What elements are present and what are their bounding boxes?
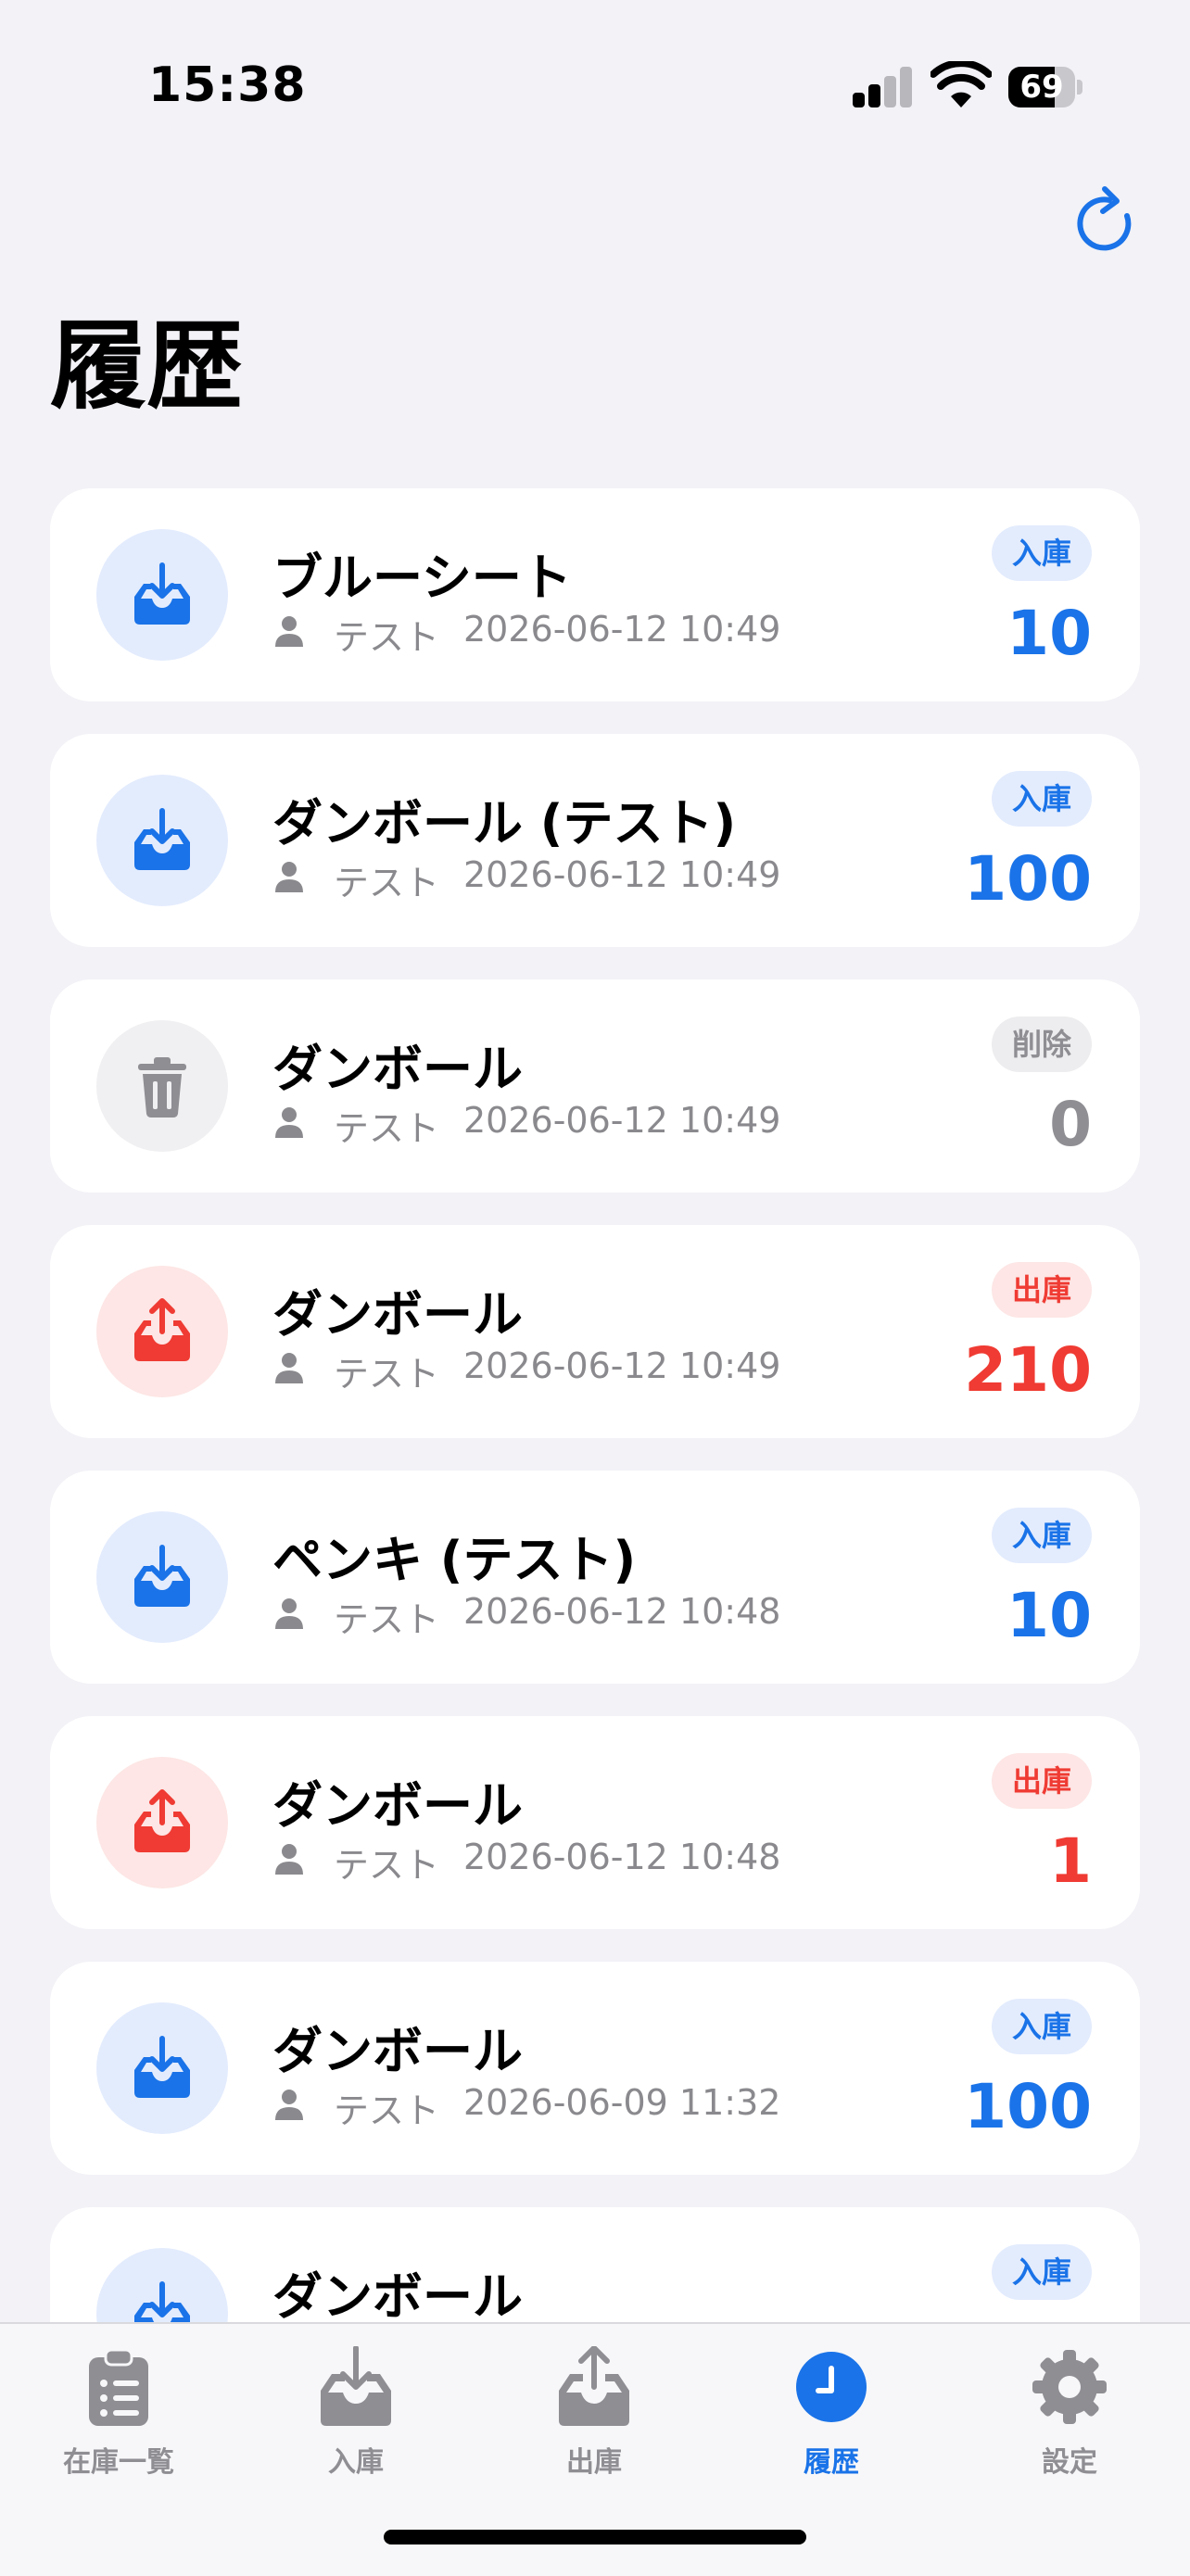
- quantity: 100: [964, 843, 1092, 915]
- inbox-download-icon: [134, 808, 190, 870]
- transaction-type-icon: [96, 1266, 228, 1397]
- user-name: テスト: [334, 1354, 440, 1395]
- inbox-download-icon: [134, 1545, 190, 1607]
- inbox-upload-icon: [134, 1789, 190, 1852]
- history-row[interactable]: ブルーシート テスト 2026-06-12 10:49 入庫 10: [50, 488, 1140, 701]
- tab-label: 在庫一覧: [63, 2446, 174, 2479]
- quantity: 100: [964, 2071, 1092, 2142]
- history-row[interactable]: ダンボール テスト 2026-06-12 10:49 削除 0: [50, 979, 1140, 1193]
- type-badge: 入庫: [991, 525, 1092, 581]
- tab-stock-in[interactable]: 入庫: [237, 2324, 475, 2509]
- tab-inventory-list[interactable]: 在庫一覧: [0, 2324, 237, 2509]
- type-badge: 削除: [991, 1017, 1092, 1072]
- type-badge: 入庫: [991, 771, 1092, 827]
- inbox-upload-icon: [134, 1298, 190, 1361]
- quantity: 210: [964, 1334, 1092, 1406]
- item-name: ダンボール: [272, 1040, 523, 1098]
- clock-icon: [796, 2352, 867, 2422]
- timestamp: 2026-06-12 10:49: [463, 609, 781, 650]
- item-name: ダンボール: [272, 2267, 523, 2326]
- type-badge: 出庫: [991, 1262, 1092, 1318]
- page-title: 履歴: [50, 309, 244, 423]
- person-icon: [275, 1353, 303, 1383]
- transaction-type-icon: [96, 1020, 228, 1152]
- transaction-type-icon: [96, 1511, 228, 1643]
- status-bar: 15:38 69: [0, 0, 1190, 167]
- gear-icon: [1032, 2350, 1107, 2424]
- history-row[interactable]: ダンボール テスト 2026-06-12 10:49 出庫 210: [50, 1225, 1140, 1438]
- inbox-download-icon: [134, 2036, 190, 2098]
- tab-label: 履歴: [804, 2446, 859, 2479]
- status-time: 15:38: [148, 57, 307, 113]
- history-row[interactable]: ダンボール テスト 2026-06-09 11:32 入庫 100: [50, 1962, 1140, 2175]
- quantity: 1: [1049, 1825, 1092, 1897]
- timestamp: 2026-06-12 10:49: [463, 1100, 781, 1141]
- person-icon: [275, 616, 303, 647]
- person-icon: [275, 862, 303, 892]
- type-badge: 入庫: [991, 1508, 1092, 1563]
- tab-label: 設定: [1042, 2446, 1097, 2479]
- tab-label: 出庫: [566, 2446, 622, 2479]
- user-name: テスト: [334, 1845, 440, 1886]
- wifi-icon: [930, 61, 992, 107]
- inbox-download-icon: [134, 562, 190, 625]
- item-name: ダンボール: [272, 1776, 523, 1835]
- item-name: ペンキ (テスト): [272, 1531, 637, 1589]
- person-icon: [275, 2090, 303, 2120]
- history-row[interactable]: ペンキ (テスト) テスト 2026-06-12 10:48 入庫 10: [50, 1471, 1140, 1684]
- timestamp: 2026-06-12 10:49: [463, 1345, 781, 1386]
- user-name: テスト: [334, 2090, 440, 2131]
- transaction-type-icon: [96, 1757, 228, 1888]
- person-icon: [275, 1598, 303, 1629]
- timestamp: 2026-06-09 11:32: [463, 2082, 781, 2123]
- battery-icon: 69: [1008, 67, 1082, 107]
- item-name: ブルーシート: [272, 549, 572, 607]
- battery-percentage: 69: [1019, 69, 1064, 106]
- item-name: ダンボール (テスト): [272, 794, 737, 852]
- transaction-type-icon: [96, 529, 228, 661]
- timestamp: 2026-06-12 10:48: [463, 1837, 781, 1877]
- type-badge: 出庫: [991, 1753, 1092, 1809]
- tray-download-icon: [321, 2346, 391, 2426]
- timestamp: 2026-06-12 10:49: [463, 854, 781, 895]
- history-row[interactable]: ダンボール (テスト) テスト 2026-06-12 10:49 入庫 100: [50, 734, 1140, 947]
- refresh-button[interactable]: [1066, 185, 1146, 265]
- tab-stock-out[interactable]: 出庫: [475, 2324, 713, 2509]
- tab-label: 入庫: [328, 2446, 384, 2479]
- user-name: テスト: [334, 863, 440, 903]
- type-badge: 入庫: [991, 2244, 1092, 2300]
- quantity: 0: [1049, 1089, 1092, 1160]
- transaction-type-icon: [96, 2002, 228, 2134]
- timestamp: 2026-06-12 10:48: [463, 1591, 781, 1632]
- user-name: テスト: [334, 617, 440, 658]
- item-name: ダンボール: [272, 1285, 523, 1344]
- person-icon: [275, 1844, 303, 1875]
- tab-history[interactable]: 履歴: [713, 2324, 950, 2509]
- tray-upload-icon: [559, 2346, 629, 2426]
- user-name: テスト: [334, 1599, 440, 1640]
- trash-icon: [138, 1057, 186, 1118]
- tab-settings[interactable]: 設定: [951, 2324, 1188, 2509]
- clipboard-list-icon: [89, 2348, 148, 2426]
- type-badge: 入庫: [991, 1999, 1092, 2054]
- history-row[interactable]: ダンボール テスト 2026-06-12 10:48 出庫 1: [50, 1716, 1140, 1929]
- quantity: 10: [1006, 1580, 1092, 1651]
- item-name: ダンボール: [272, 2022, 523, 2080]
- cellular-signal-icon: [853, 67, 912, 107]
- user-name: テスト: [334, 1108, 440, 1149]
- home-indicator: [384, 2530, 806, 2544]
- quantity: 10: [1006, 598, 1092, 669]
- transaction-type-icon: [96, 775, 228, 906]
- person-icon: [275, 1107, 303, 1138]
